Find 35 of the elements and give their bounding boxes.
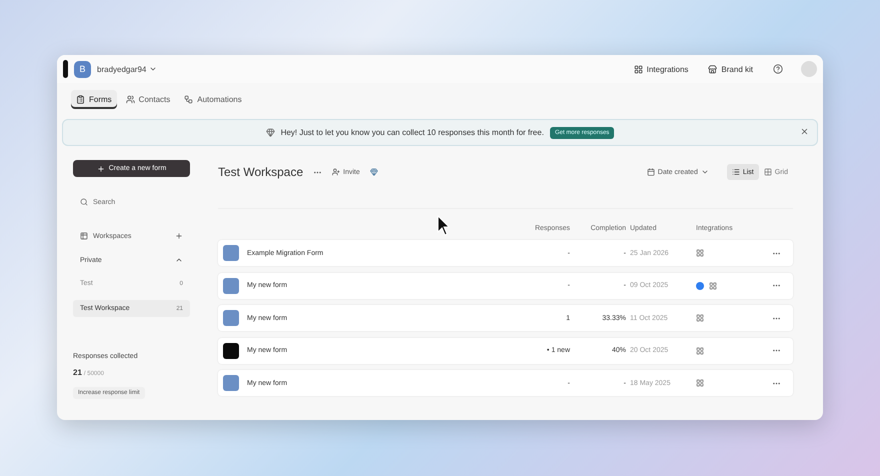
account-avatar: B	[74, 60, 91, 78]
integrations-icon[interactable]	[696, 249, 704, 257]
close-icon	[800, 127, 809, 136]
chevron-up-icon	[175, 256, 183, 264]
banner-text: Hey! Just to let you know you can collect 10 responses this month for free.	[280, 128, 544, 137]
mouse-pointer-icon	[437, 215, 451, 237]
integrations-icon[interactable]	[696, 379, 704, 387]
tab-icon	[184, 94, 194, 104]
integrations-icon[interactable]	[709, 282, 717, 290]
top-action-button[interactable]: Integrations	[634, 64, 688, 74]
list-icon	[732, 168, 740, 176]
responses-count: 21	[73, 368, 82, 377]
workspace-title: Test Workspace	[218, 165, 304, 179]
integrations-icon[interactable]	[696, 314, 704, 322]
chevron-down-icon	[149, 65, 158, 73]
calendar-icon	[646, 168, 655, 176]
close-button[interactable]	[800, 127, 809, 136]
nav-tab[interactable]: Automations	[179, 90, 247, 108]
integrations-icon[interactable]	[696, 346, 704, 354]
nav-tab[interactable]: Forms	[71, 90, 117, 108]
tab-icon	[76, 94, 85, 104]
add-user-icon	[332, 168, 340, 176]
add-icon[interactable]	[175, 232, 183, 240]
plus-icon	[96, 164, 105, 172]
top-action-button[interactable]: Brand kit	[708, 64, 753, 74]
chevron-down-icon	[700, 168, 709, 176]
sidebar-handle[interactable]	[63, 60, 68, 78]
workspaces-icon	[80, 232, 88, 240]
tab-icon	[126, 94, 135, 104]
nav-tab[interactable]: Contacts	[120, 90, 176, 108]
diamond-icon	[266, 128, 275, 137]
help-icon[interactable]	[773, 64, 783, 74]
search-icon	[80, 198, 88, 206]
account-switcher[interactable]: bradyedgar94	[97, 64, 158, 74]
diamond-icon	[370, 168, 378, 176]
